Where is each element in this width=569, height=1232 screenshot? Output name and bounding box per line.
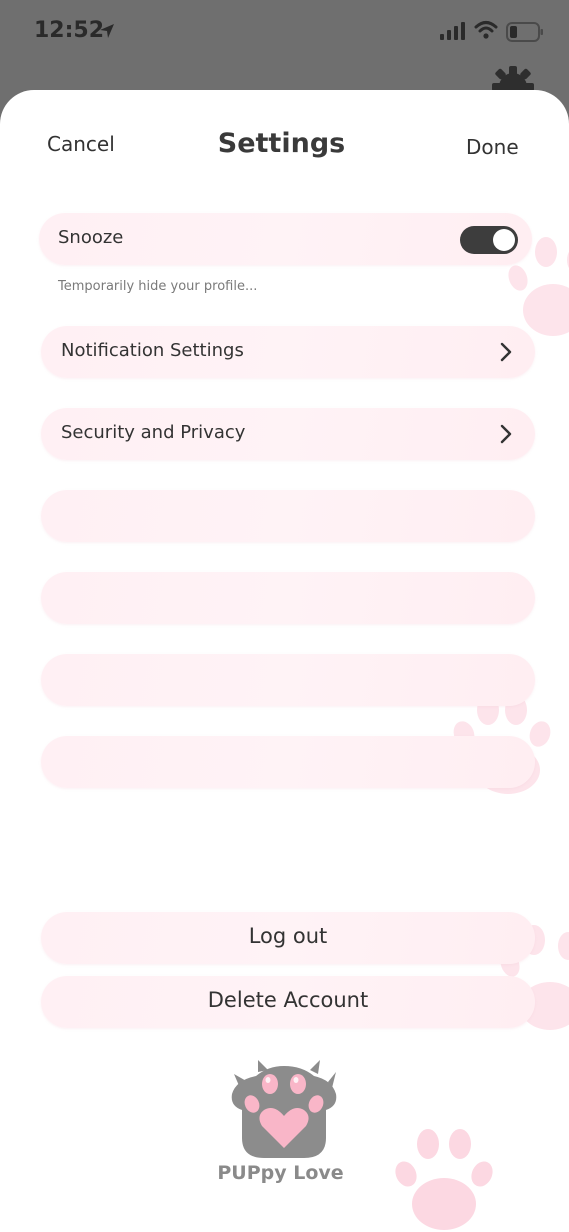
toggle-knob [493,229,515,251]
snooze-label: Snooze [58,227,124,248]
empty-settings-row[interactable] [41,490,535,542]
notification-settings-label: Notification Settings [61,340,244,361]
delete-account-button[interactable]: Delete Account [41,976,535,1028]
chevron-right-icon [500,342,512,362]
logout-label: Log out [248,924,328,948]
chevron-right-icon [500,424,512,444]
logout-button[interactable]: Log out [41,912,535,964]
battery-icon [506,22,543,42]
page-title-text: Settings [217,128,346,159]
location-arrow-icon [100,24,114,38]
empty-settings-row[interactable] [41,572,535,624]
status-bar: 12:52 [0,0,569,64]
paw-heart-logo-icon [231,1060,337,1158]
settings-sheet: Cancel Settings Done Snooze Temporarily … [0,90,569,1232]
brand-name-text: PUPpy Love [217,1162,344,1184]
cellular-signal-icon [440,22,465,40]
snooze-row: Snooze [39,213,532,265]
snooze-toggle[interactable] [460,226,518,254]
security-privacy-label: Security and Privacy [61,422,246,443]
wifi-icon [474,21,498,39]
cancel-button[interactable]: Cancel [47,132,115,156]
status-time: 12:52 [34,18,105,43]
screen: 12:52 Cancel Settings Done Snooze Tempor… [0,0,569,1232]
brand-name: PUPpy Love [0,1162,569,1184]
delete-account-label: Delete Account [207,988,369,1012]
snooze-hint: Temporarily hide your profile... [58,279,258,294]
empty-settings-row[interactable] [41,654,535,706]
done-button[interactable]: Done [466,135,519,159]
notification-settings-row[interactable]: Notification Settings [41,326,535,378]
security-privacy-row[interactable]: Security and Privacy [41,408,535,460]
empty-settings-row[interactable] [41,736,535,788]
